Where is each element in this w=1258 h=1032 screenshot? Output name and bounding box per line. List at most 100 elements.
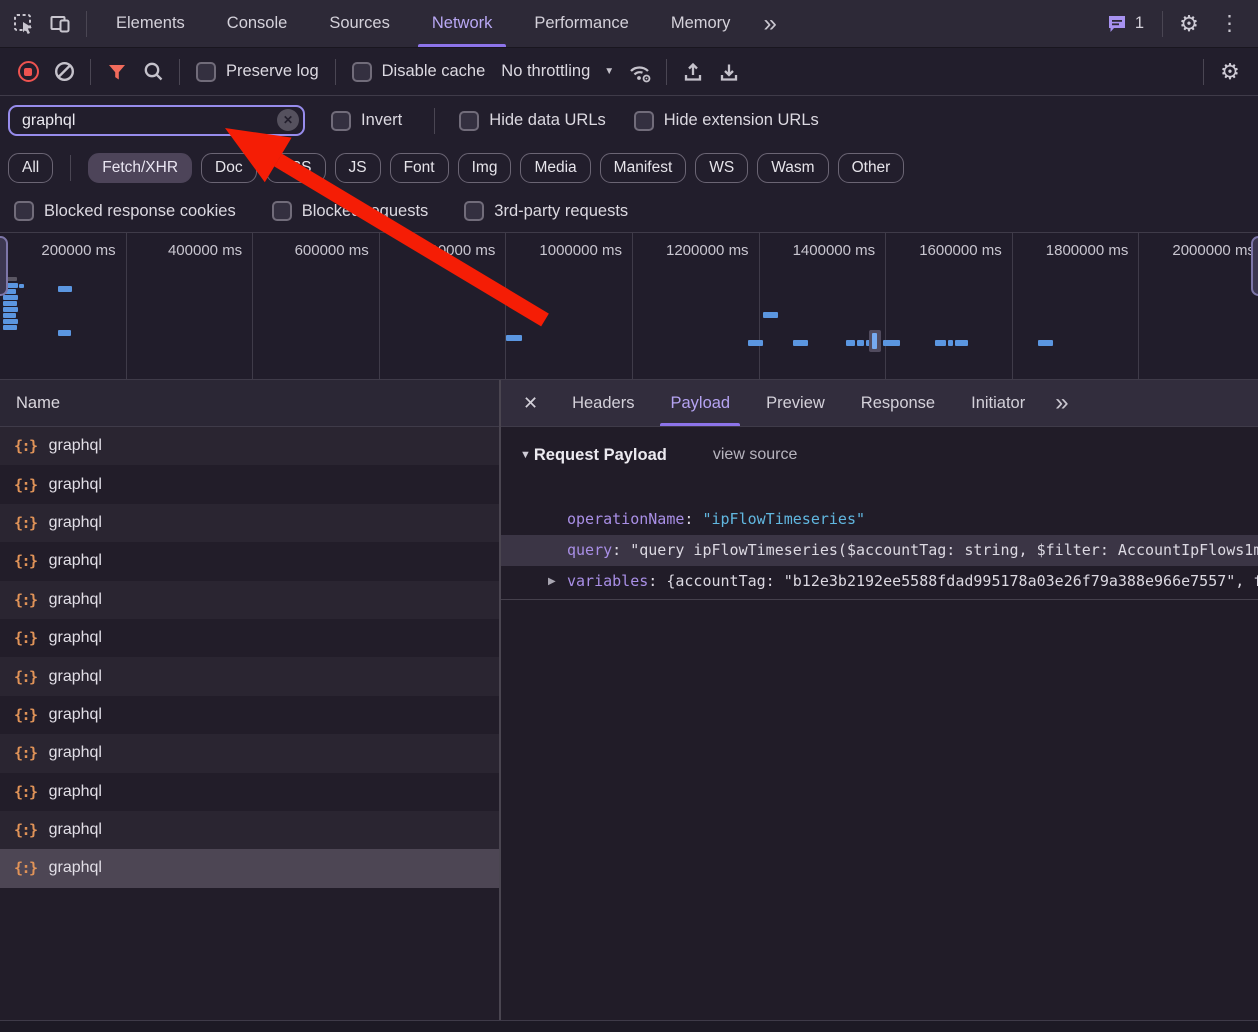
timeline-left-grip[interactable] (0, 236, 8, 296)
network-request-row[interactable]: {:}graphql (0, 542, 499, 580)
inspect-element-icon[interactable] (6, 6, 42, 42)
request-timing-bar (58, 286, 72, 292)
preserve-log-checkbox[interactable] (196, 62, 216, 82)
detail-tab-headers[interactable]: Headers (554, 380, 652, 426)
filter-chip-ws[interactable]: WS (695, 153, 748, 183)
filter-chip-other[interactable]: Other (838, 153, 905, 183)
xhr-braces-icon: {:} (14, 552, 37, 570)
network-request-row[interactable]: {:} graphql (0, 504, 499, 542)
filter-funnel-icon[interactable] (99, 54, 135, 90)
tab-network[interactable]: Network (411, 0, 514, 47)
more-panels-icon[interactable]: » (751, 12, 788, 36)
xhr-braces-icon: {:} (14, 783, 37, 801)
network-settings-gear-icon[interactable]: ⚙ (1212, 54, 1248, 90)
xhr-braces-icon: {:} (14, 514, 37, 532)
json-key: query (567, 541, 612, 559)
request-timing-bar (846, 340, 855, 346)
chevron-down-icon: ▼ (604, 66, 614, 77)
request-name: graphql (49, 668, 102, 686)
request-timing-bar (793, 340, 808, 346)
view-source-link[interactable]: view source (713, 446, 797, 464)
3rd-party-requests-checkbox[interactable] (464, 201, 484, 221)
network-request-row[interactable]: {:}graphql (0, 696, 499, 734)
request-payload-section-header[interactable]: ▼ Request Payload (520, 446, 667, 465)
network-request-row[interactable]: {:}graphql (0, 773, 499, 811)
network-request-row[interactable]: {:}graphql (0, 619, 499, 657)
network-request-row[interactable]: {:}graphql (0, 465, 499, 503)
request-name: graphql (49, 514, 102, 532)
detail-tab-strip: ✕ HeadersPayloadPreviewResponseInitiator… (501, 380, 1258, 427)
network-conditions-icon[interactable] (622, 54, 658, 90)
more-options-kebab-icon[interactable]: ⋮ (1207, 11, 1252, 36)
close-icon[interactable]: ✕ (507, 393, 554, 414)
filter-chip-wasm[interactable]: Wasm (757, 153, 828, 183)
settings-gear-icon[interactable]: ⚙ (1171, 6, 1207, 42)
throttling-select[interactable]: No throttling ▼ (493, 62, 622, 81)
network-request-row[interactable]: {:}graphql (0, 811, 499, 849)
3rd-party-requests-label: 3rd-party requests (494, 202, 628, 221)
export-har-icon[interactable] (711, 54, 747, 90)
more-detail-tabs-icon[interactable]: » (1043, 391, 1080, 415)
name-column-header[interactable]: Name (0, 380, 499, 427)
triangle-right-icon: ▶ (548, 566, 556, 597)
clear-network-log-icon[interactable] (46, 54, 82, 90)
devtools-main-toolbar: ElementsConsoleSourcesNetworkPerformance… (0, 0, 1258, 48)
filter-chip-doc[interactable]: Doc (201, 153, 257, 183)
timeline-tick-label: 1800000 ms (1013, 233, 1140, 379)
filter-chip-font[interactable]: Font (390, 153, 449, 183)
detail-tab-preview[interactable]: Preview (748, 380, 843, 426)
timeline-tick-label: 800000 ms (380, 233, 507, 379)
clear-filter-icon[interactable]: ✕ (277, 109, 299, 131)
disable-cache-checkbox[interactable] (352, 62, 372, 82)
hide-data-urls-checkbox[interactable] (459, 111, 479, 131)
import-har-icon[interactable] (675, 54, 711, 90)
detail-tabs-container: HeadersPayloadPreviewResponseInitiator (554, 380, 1043, 426)
network-request-row[interactable]: {:}graphql (0, 427, 499, 465)
filter-chip-media[interactable]: Media (520, 153, 590, 183)
filter-chip-fetch-xhr[interactable]: Fetch/XHR (88, 153, 192, 183)
preserve-log-label: Preserve log (226, 62, 319, 81)
network-request-row[interactable]: {:}graphql (0, 734, 499, 772)
toolbar-divider (1203, 59, 1204, 85)
payload-entry-query[interactable]: query: "query ipFlowTimeseries($accountT… (501, 535, 1258, 566)
network-overview-timeline[interactable]: 200000 ms400000 ms600000 ms800000 ms1000… (0, 233, 1258, 380)
request-timing-bar (3, 295, 18, 300)
detail-tab-response[interactable]: Response (843, 380, 953, 426)
blocked-response-cookies-checkbox[interactable] (14, 201, 34, 221)
invert-checkbox[interactable] (331, 111, 351, 131)
detail-tab-initiator[interactable]: Initiator (953, 380, 1043, 426)
filter-chip-css[interactable]: CSS (266, 153, 326, 183)
filter-chip-js[interactable]: JS (335, 153, 381, 183)
timeline-right-grip[interactable] (1251, 236, 1258, 296)
extra-filter-3rd-party-requests[interactable]: 3rd-party requests (464, 201, 628, 221)
xhr-braces-icon: {:} (14, 476, 37, 494)
detail-tab-payload[interactable]: Payload (652, 380, 748, 426)
filter-input[interactable] (8, 105, 305, 136)
tab-performance[interactable]: Performance (513, 0, 649, 47)
json-value: {accountTag: "b12e3b2192ee5588fdad995178… (666, 572, 1258, 590)
filter-chip-img[interactable]: Img (458, 153, 512, 183)
filter-chip-manifest[interactable]: Manifest (600, 153, 687, 183)
payload-entry-operationname[interactable]: operationName: "ipFlowTimeseries" (501, 504, 1258, 535)
device-toolbar-icon[interactable] (42, 6, 78, 42)
record-network-log-button[interactable] (10, 54, 46, 90)
network-request-row[interactable]: {:}graphql (0, 849, 499, 887)
blocked-requests-checkbox[interactable] (272, 201, 292, 221)
payload-entry-variables[interactable]: ▶variables: {accountTag: "b12e3b2192ee55… (501, 566, 1258, 597)
triangle-down-icon: ▼ (520, 449, 531, 461)
search-icon[interactable] (135, 54, 171, 90)
tab-elements[interactable]: Elements (95, 0, 206, 47)
console-messages-button[interactable]: 1 (1096, 13, 1154, 35)
filter-chip-all[interactable]: All (8, 153, 53, 183)
blocked-response-cookies-label: Blocked response cookies (44, 202, 236, 221)
hide-extension-urls-checkbox[interactable] (634, 111, 654, 131)
tab-sources[interactable]: Sources (308, 0, 411, 47)
extra-filter-blocked-requests[interactable]: Blocked requests (272, 201, 429, 221)
request-name: graphql (49, 744, 102, 762)
tab-memory[interactable]: Memory (650, 0, 752, 47)
extra-filter-blocked-response-cookies[interactable]: Blocked response cookies (14, 201, 236, 221)
payload-preview-line[interactable]: ▼ {operationName: "ipFlowTimeseries", va… (501, 473, 1258, 504)
network-request-row[interactable]: {:}graphql (0, 581, 499, 619)
tab-console[interactable]: Console (206, 0, 309, 47)
network-request-row[interactable]: {:}graphql (0, 657, 499, 695)
